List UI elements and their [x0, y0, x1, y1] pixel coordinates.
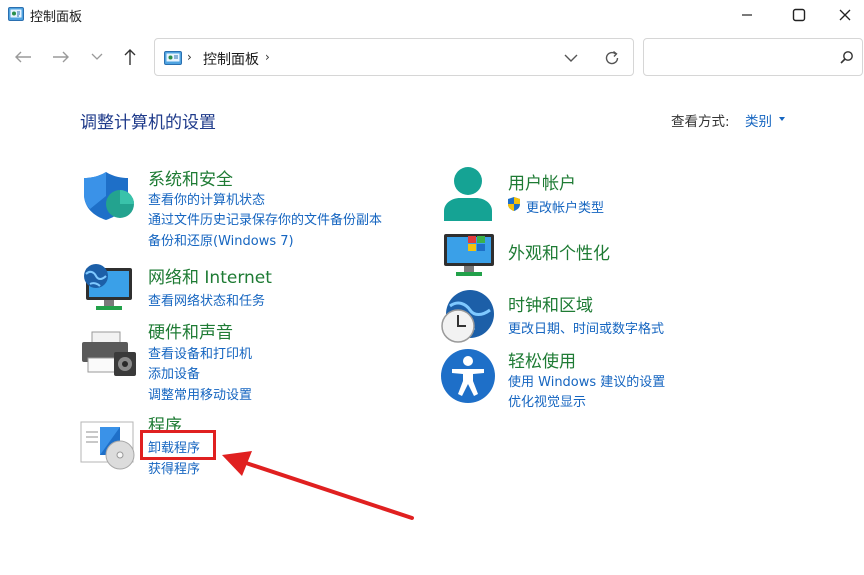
view-by-label: 查看方式:: [671, 114, 730, 130]
address-dropdown-icon[interactable]: [563, 50, 579, 66]
user-accounts-icon[interactable]: [442, 165, 494, 223]
category-clock-region[interactable]: 时钟和区域: [508, 291, 593, 316]
link-add-device[interactable]: 添加设备: [148, 363, 200, 382]
page-title: 调整计算机的设置: [80, 113, 216, 133]
category-ease-of-access[interactable]: 轻松使用: [508, 347, 576, 372]
search-input[interactable]: [643, 38, 863, 76]
link-backup-restore[interactable]: 备份和还原(Windows 7): [148, 230, 294, 249]
control-panel-icon: [164, 51, 182, 65]
refresh-icon[interactable]: [603, 49, 621, 67]
breadcrumb-separator-icon: ›: [187, 50, 192, 64]
maximize-button[interactable]: [776, 0, 822, 30]
link-view-computer-status[interactable]: 查看你的计算机状态: [148, 189, 265, 208]
caret-down-icon[interactable]: [779, 117, 785, 121]
link-devices-printers[interactable]: 查看设备和打印机: [148, 343, 252, 362]
link-file-history-backup[interactable]: 通过文件历史记录保存你的文件备份副本: [148, 209, 382, 228]
printer-speaker-icon[interactable]: [80, 330, 138, 378]
network-globe-icon[interactable]: [80, 262, 136, 314]
search-icon: [840, 51, 853, 64]
up-arrow-icon: [124, 49, 136, 65]
up-button[interactable]: [117, 44, 143, 70]
category-system-security[interactable]: 系统和安全: [148, 165, 233, 190]
view-by-dropdown[interactable]: 类别: [745, 110, 772, 130]
control-panel-icon: [8, 7, 24, 21]
uac-shield-icon: [508, 197, 520, 211]
category-hardware-sound[interactable]: 硬件和声音: [148, 318, 233, 343]
link-change-date-time-format[interactable]: 更改日期、时间或数字格式: [508, 318, 664, 337]
annotation-highlight-box: [140, 430, 216, 460]
link-change-account-type[interactable]: 更改帐户类型: [526, 197, 604, 216]
link-mobility-settings[interactable]: 调整常用移动设置: [148, 384, 252, 403]
window-title: 控制面板: [30, 10, 83, 25]
appearance-monitor-icon[interactable]: [442, 232, 496, 278]
clock-globe-icon[interactable]: [440, 288, 496, 344]
programs-icon[interactable]: [80, 421, 138, 471]
recent-locations-button[interactable]: [84, 44, 110, 70]
minimize-button[interactable]: [724, 0, 770, 30]
link-optimize-visual-display[interactable]: 优化视觉显示: [508, 391, 586, 410]
breadcrumb-control-panel[interactable]: 控制面板: [203, 49, 259, 69]
close-button[interactable]: [822, 0, 864, 30]
forward-button[interactable]: [48, 44, 74, 70]
back-button[interactable]: [10, 44, 36, 70]
minimize-icon: [742, 14, 752, 16]
chevron-down-icon: [91, 53, 103, 60]
category-user-accounts[interactable]: 用户帐户: [508, 169, 576, 194]
maximize-icon: [792, 8, 806, 22]
close-icon: [839, 9, 851, 21]
address-bar[interactable]: › 控制面板 ›: [154, 38, 634, 76]
accessibility-icon[interactable]: [440, 348, 496, 404]
back-arrow-icon: [15, 51, 31, 63]
category-appearance[interactable]: 外观和个性化: [508, 239, 610, 264]
shield-icon[interactable]: [82, 170, 136, 222]
title-bar: 控制面板: [0, 0, 864, 30]
link-get-programs[interactable]: 获得程序: [148, 458, 200, 477]
forward-arrow-icon: [53, 51, 69, 63]
category-network-internet[interactable]: 网络和 Internet: [148, 263, 272, 288]
link-recommended-settings[interactable]: 使用 Windows 建议的设置: [508, 371, 665, 390]
breadcrumb-separator-icon[interactable]: ›: [265, 50, 270, 64]
link-view-network-status[interactable]: 查看网络状态和任务: [148, 290, 265, 309]
